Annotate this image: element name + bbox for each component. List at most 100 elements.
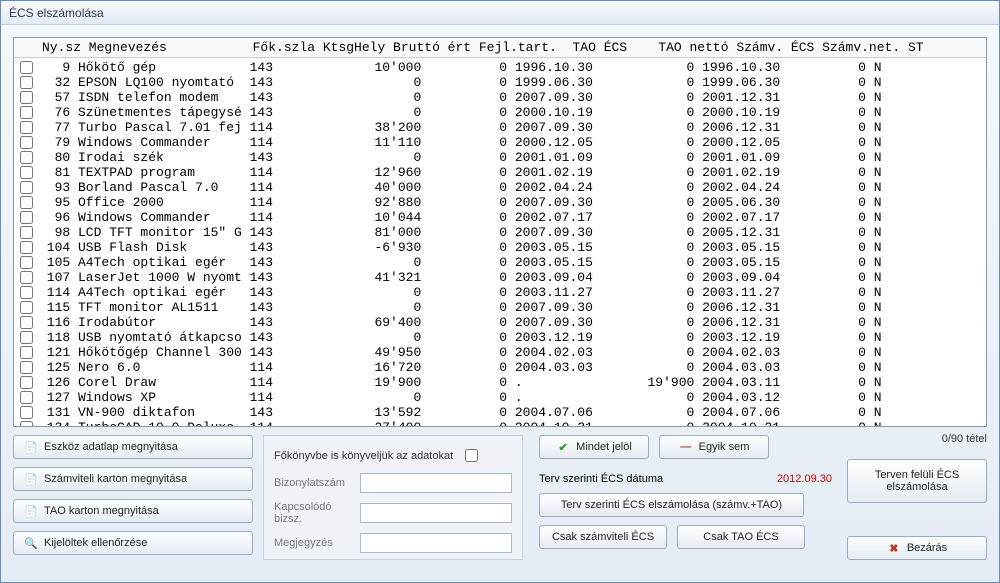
label: Számviteli karton megnyitása	[44, 473, 187, 485]
row-checkbox[interactable]	[20, 361, 33, 374]
row-checkbox[interactable]	[20, 211, 33, 224]
document-icon: 📄	[24, 441, 38, 454]
label: Terv szerinti ÉCS elszámolása (számv.+TA…	[561, 499, 782, 511]
close-button[interactable]: ✖ Bezárás	[847, 536, 987, 560]
table-row[interactable]: 81 TEXTPAD program 114 12'960 0 2001.02.…	[14, 165, 986, 180]
select-all-button[interactable]: ✔ Mindet jelöl	[539, 435, 649, 459]
table-row[interactable]: 125 Nero 6.0 114 16'720 0 2004.03.03 0 2…	[14, 360, 986, 375]
row-checkbox[interactable]	[20, 271, 33, 284]
row-checkbox[interactable]	[20, 301, 33, 314]
row-checkbox[interactable]	[20, 76, 33, 89]
table-row[interactable]: 127 Windows XP 114 0 0 . 0 2004.03.12 0 …	[14, 390, 986, 405]
row-checkbox[interactable]	[20, 391, 33, 404]
row-text: 107 LaserJet 1000 W nyomt 143 41'321 0 2…	[39, 270, 882, 285]
check-selected-button[interactable]: 🔍 Kijelöltek ellenőrzése	[13, 531, 253, 555]
table-row[interactable]: 57 ISDN telefon modem 143 0 0 2007.09.30…	[14, 90, 986, 105]
row-text: 114 A4Tech optikai egér 143 0 0 2003.11.…	[39, 285, 882, 300]
list-body[interactable]: 9 Hőkötő gép 143 10'000 0 1996.10.30 0 1…	[14, 58, 986, 426]
row-text: 98 LCD TFT monitor 15" G 143 81'000 0 20…	[39, 225, 882, 240]
table-row[interactable]: 93 Borland Pascal 7.0 114 40'000 0 2002.…	[14, 180, 986, 195]
row-text: 76 Szünetmentes tápegysé 143 0 0 2000.10…	[39, 105, 882, 120]
plan-date-label: Terv szerinti ÉCS dátuma	[539, 473, 663, 485]
table-row[interactable]: 76 Szünetmentes tápegysé 143 0 0 2000.10…	[14, 105, 986, 120]
window-title: ÉCS elszámolása	[9, 6, 104, 20]
table-row[interactable]: 9 Hőkötő gép 143 10'000 0 1996.10.30 0 1…	[14, 60, 986, 75]
row-checkbox[interactable]	[20, 331, 33, 344]
table-row[interactable]: 98 LCD TFT monitor 15" G 143 81'000 0 20…	[14, 225, 986, 240]
table-row[interactable]: 134 TurboCAD 10.0 Deluxe 114 27'400 0 20…	[14, 420, 986, 426]
table-row[interactable]: 95 Office 2000 114 92'880 0 2007.09.30 0…	[14, 195, 986, 210]
voucher-no-input[interactable]	[360, 473, 512, 493]
plan-ecs-button[interactable]: Terv szerinti ÉCS elszámolása (számv.+TA…	[539, 493, 804, 517]
select-none-button[interactable]: — Egyik sem	[659, 435, 769, 459]
row-text: 57 ISDN telefon modem 143 0 0 2007.09.30…	[39, 90, 882, 105]
table-row[interactable]: 77 Turbo Pascal 7.01 fej 114 38'200 0 20…	[14, 120, 986, 135]
table-row[interactable]: 121 Hőkötőgép Channel 300 143 49'950 0 2…	[14, 345, 986, 360]
row-text: 134 TurboCAD 10.0 Deluxe 114 27'400 0 20…	[39, 420, 882, 426]
row-checkbox[interactable]	[20, 121, 33, 134]
table-row[interactable]: 115 TFT monitor AL1511 143 0 0 2007.09.3…	[14, 300, 986, 315]
right-controls: 0/90 tétel Terven felüli ÉCS elszámolása…	[842, 435, 987, 560]
row-checkbox[interactable]	[20, 106, 33, 119]
comment-label: Megjegyzés	[274, 537, 354, 549]
row-checkbox[interactable]	[20, 256, 33, 269]
document-icon: 📄	[24, 505, 38, 518]
row-checkbox[interactable]	[20, 151, 33, 164]
row-checkbox[interactable]	[20, 181, 33, 194]
open-tao-card-button[interactable]: 📄 TAO karton megnyitása	[13, 499, 253, 523]
row-checkbox[interactable]	[20, 376, 33, 389]
over-plan-ecs-button[interactable]: Terven felüli ÉCS elszámolása	[847, 459, 987, 503]
open-accounting-card-button[interactable]: 📄 Számviteli karton megnyitása	[13, 467, 253, 491]
row-text: 9 Hőkötő gép 143 10'000 0 1996.10.30 0 1…	[39, 60, 882, 75]
row-text: 77 Turbo Pascal 7.01 fej 114 38'200 0 20…	[39, 120, 882, 135]
only-accounting-ecs-button[interactable]: Csak számviteli ÉCS	[539, 525, 667, 549]
table-row[interactable]: 126 Corel Draw 114 19'900 0 . 19'900 200…	[14, 375, 986, 390]
row-checkbox[interactable]	[20, 406, 33, 419]
row-checkbox[interactable]	[20, 226, 33, 239]
row-checkbox[interactable]	[20, 196, 33, 209]
window: ÉCS elszámolása Ny.sz Megnevezés Fők.szl…	[0, 0, 1000, 583]
table-row[interactable]: 96 Windows Commander 114 10'044 0 2002.0…	[14, 210, 986, 225]
table-row[interactable]: 80 Irodai szék 143 0 0 2001.01.09 0 2001…	[14, 150, 986, 165]
magnifier-icon: 🔍	[24, 537, 38, 550]
table-row[interactable]: 104 USB Flash Disk 143 -6'930 0 2003.05.…	[14, 240, 986, 255]
label: Mindet jelöl	[576, 441, 632, 453]
row-checkbox[interactable]	[20, 316, 33, 329]
table-row[interactable]: 32 EPSON LQ100 nyomtató 143 0 0 1999.06.…	[14, 75, 986, 90]
row-text: 105 A4Tech optikai egér 143 0 0 2003.05.…	[39, 255, 882, 270]
row-text: 118 USB nyomtató átkapcso 143 0 0 2003.1…	[39, 330, 882, 345]
row-checkbox[interactable]	[20, 241, 33, 254]
left-buttons: 📄 Eszköz adatlap megnyitása 📄 Számviteli…	[13, 435, 253, 560]
book-main-ledger-checkbox[interactable]	[465, 449, 478, 462]
row-text: 95 Office 2000 114 92'880 0 2007.09.30 0…	[39, 195, 882, 210]
row-text: 115 TFT monitor AL1511 143 0 0 2007.09.3…	[39, 300, 882, 315]
label: Csak számviteli ÉCS	[552, 531, 654, 543]
row-checkbox[interactable]	[20, 136, 33, 149]
column-header: Ny.sz Megnevezés Fők.szla KtsgHely Brutt…	[14, 38, 986, 58]
table-row[interactable]: 116 Irodabútor 143 69'400 0 2007.09.30 0…	[14, 315, 986, 330]
label: Egyik sem	[699, 441, 750, 453]
table-row[interactable]: 131 VN-900 diktafon 143 13'592 0 2004.07…	[14, 405, 986, 420]
row-checkbox[interactable]	[20, 346, 33, 359]
row-checkbox[interactable]	[20, 286, 33, 299]
document-icon: 📄	[24, 473, 38, 486]
only-tao-ecs-button[interactable]: Csak TAO ÉCS	[677, 525, 805, 549]
row-checkbox[interactable]	[20, 91, 33, 104]
row-checkbox[interactable]	[20, 421, 33, 426]
open-asset-sheet-button[interactable]: 📄 Eszköz adatlap megnyitása	[13, 435, 253, 459]
table-row[interactable]: 114 A4Tech optikai egér 143 0 0 2003.11.…	[14, 285, 986, 300]
table-row[interactable]: 107 LaserJet 1000 W nyomt 143 41'321 0 2…	[14, 270, 986, 285]
linked-voucher-input[interactable]	[360, 503, 512, 523]
row-checkbox[interactable]	[20, 166, 33, 179]
label: Bezárás	[907, 542, 947, 554]
label: Csak TAO ÉCS	[703, 531, 778, 543]
row-text: 93 Borland Pascal 7.0 114 40'000 0 2002.…	[39, 180, 882, 195]
row-text: 80 Irodai szék 143 0 0 2001.01.09 0 2001…	[39, 150, 882, 165]
table-row[interactable]: 105 A4Tech optikai egér 143 0 0 2003.05.…	[14, 255, 986, 270]
row-text: 104 USB Flash Disk 143 -6'930 0 2003.05.…	[39, 240, 882, 255]
table-row[interactable]: 79 Windows Commander 114 11'110 0 2000.1…	[14, 135, 986, 150]
table-row[interactable]: 118 USB nyomtató átkapcso 143 0 0 2003.1…	[14, 330, 986, 345]
row-checkbox[interactable]	[20, 61, 33, 74]
middle-controls: ✔ Mindet jelöl — Egyik sem Terv szerinti…	[533, 435, 832, 560]
comment-input[interactable]	[360, 533, 512, 553]
